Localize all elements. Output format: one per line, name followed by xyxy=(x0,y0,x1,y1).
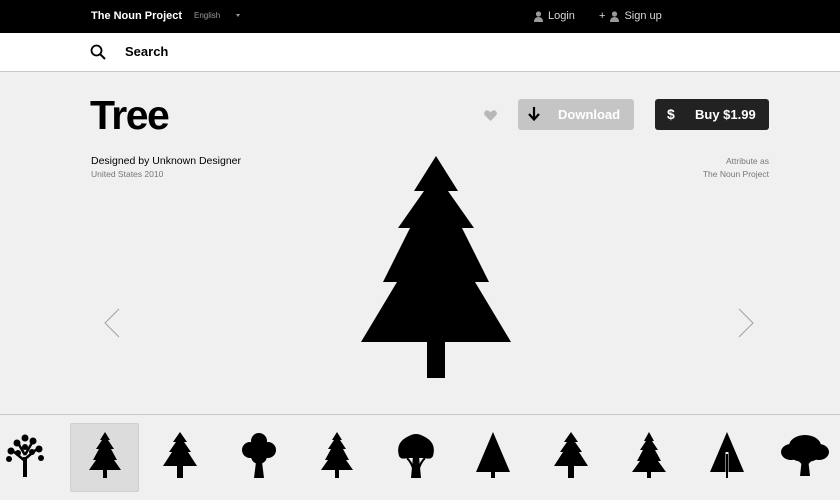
split-cone-tree-icon xyxy=(709,432,744,483)
cone-tree-icon xyxy=(475,432,510,483)
attribution-line-2: The Noun Project xyxy=(702,169,769,179)
tree-icon-preview xyxy=(361,156,512,385)
buy-button[interactable]: $ Buy $1.99 xyxy=(655,99,769,130)
download-arrow-icon xyxy=(528,107,540,124)
chevron-down-icon[interactable] xyxy=(236,14,240,17)
attribution-line-1: Attribute as xyxy=(726,156,769,166)
thumbnail-cone-tree[interactable] xyxy=(458,423,527,492)
login-label: Login xyxy=(548,10,575,22)
thumbnail-mushroom-tree[interactable] xyxy=(381,423,450,492)
attribution-note: Attribute as The Noun Project xyxy=(703,155,769,181)
user-icon xyxy=(610,10,620,22)
plus-icon: + xyxy=(599,10,606,22)
round-tree-icon xyxy=(241,432,276,483)
thumbnail-oak-tree[interactable] xyxy=(0,423,59,492)
login-link[interactable]: Login xyxy=(534,10,575,22)
mushroom-tree-icon xyxy=(395,432,437,483)
search-label[interactable]: Search xyxy=(125,44,168,59)
language-selector[interactable]: English xyxy=(194,11,220,20)
thumbnail-pine-tree[interactable] xyxy=(614,423,683,492)
pine-tree-icon xyxy=(162,432,197,483)
top-navigation-bar: The Noun Project English Login + Sign up xyxy=(0,0,840,33)
thumbnail-round-tree[interactable] xyxy=(224,423,293,492)
download-label: Download xyxy=(558,107,621,122)
pine-tree-icon xyxy=(631,432,666,483)
oak-tree-icon xyxy=(5,433,45,482)
thumbnail-oak-silhouette[interactable] xyxy=(770,423,839,492)
heart-icon[interactable] xyxy=(484,108,497,126)
related-icons-strip xyxy=(0,414,840,500)
download-button[interactable]: Download xyxy=(518,99,634,130)
designer-credit: Designed by Unknown Designer xyxy=(91,155,241,167)
signup-link[interactable]: + Sign up xyxy=(599,10,662,22)
buy-label: Buy $1.99 xyxy=(695,107,756,122)
thumbnail-pine-tree[interactable] xyxy=(145,423,214,492)
signup-label: Sign up xyxy=(624,10,662,22)
thumbnail-split-cone-tree[interactable] xyxy=(692,423,761,492)
search-icon[interactable] xyxy=(90,44,106,65)
page-title: Tree xyxy=(90,92,170,138)
dollar-icon: $ xyxy=(667,106,675,122)
thumbnail-pine-tree-selected[interactable] xyxy=(70,423,139,492)
icon-meta: United States 2010 xyxy=(91,169,164,179)
chevron-left-icon[interactable] xyxy=(104,308,120,343)
brand-logo-text[interactable]: The Noun Project xyxy=(91,10,182,22)
pine-tree-icon xyxy=(88,432,121,483)
thumbnail-pine-tree[interactable] xyxy=(302,423,371,492)
user-icon xyxy=(534,10,543,22)
pine-tree-icon xyxy=(553,432,588,483)
pine-tree-icon xyxy=(320,432,353,483)
oak-silhouette-icon xyxy=(780,432,829,483)
search-bar[interactable]: Search xyxy=(0,33,840,72)
thumbnail-pine-tree[interactable] xyxy=(536,423,605,492)
chevron-right-icon[interactable] xyxy=(738,308,754,343)
